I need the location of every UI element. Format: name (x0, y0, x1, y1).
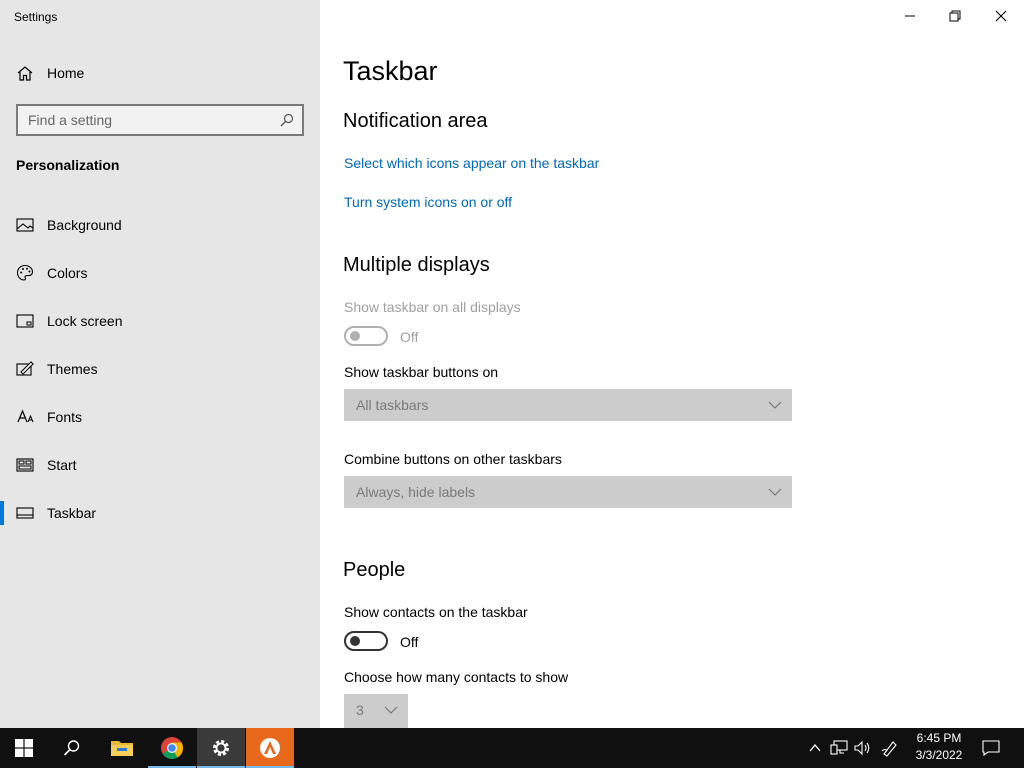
toggle-knob (350, 331, 360, 341)
toggle-state-label: Off (400, 634, 419, 650)
contacts-count-dropdown[interactable]: 3 (344, 694, 408, 728)
settings-button[interactable] (197, 728, 245, 768)
dropdown-value: All taskbars (356, 397, 429, 413)
minimize-icon (905, 15, 915, 17)
chevron-up-icon (809, 743, 821, 752)
avast-icon (260, 738, 280, 758)
home-icon (16, 65, 34, 83)
chevron-down-icon (384, 706, 398, 714)
windows-logo-icon (15, 739, 33, 757)
close-button[interactable] (978, 0, 1024, 32)
taskbar-buttons-on-label: Show taskbar buttons on (344, 364, 499, 380)
clock[interactable]: 6:45 PM 3/3/2022 (904, 730, 974, 766)
sidebar-item-background[interactable]: Background (0, 205, 320, 245)
contacts-count-label: Choose how many contacts to show (344, 669, 569, 685)
sidebar-item-label: Background (47, 217, 122, 233)
chrome-button[interactable] (148, 728, 196, 768)
volume-tray-button[interactable] (853, 738, 873, 758)
minimize-button[interactable] (887, 0, 933, 32)
show-taskbar-all-displays-toggle[interactable] (344, 326, 388, 346)
app-title: Settings (14, 10, 58, 24)
file-explorer-button[interactable] (98, 728, 146, 768)
clock-date: 3/3/2022 (915, 748, 963, 762)
volume-icon (854, 740, 870, 756)
restore-button[interactable] (932, 0, 978, 32)
page-title: Taskbar (343, 56, 438, 86)
close-icon (995, 10, 1007, 22)
sidebar-item-label: Start (47, 457, 77, 473)
show-taskbar-all-displays-label: Show taskbar on all displays (344, 299, 521, 315)
pen-icon (881, 741, 897, 757)
start-button[interactable] (0, 728, 48, 768)
sidebar-item-colors[interactable]: Colors (0, 253, 320, 293)
combine-buttons-dropdown[interactable]: Always, hide labels (344, 476, 792, 508)
search-icon (63, 740, 80, 756)
sidebar-item-lock-screen[interactable]: Lock screen (0, 301, 320, 341)
people-heading: People (343, 559, 406, 581)
sidebar-item-themes[interactable]: Themes (0, 349, 320, 389)
notification-area-heading: Notification area (343, 110, 488, 132)
multiple-displays-heading: Multiple displays (343, 254, 490, 276)
file-explorer-icon (111, 741, 133, 756)
sidebar-item-start[interactable]: Start (0, 445, 320, 485)
sidebar-item-label: Themes (47, 361, 98, 377)
avast-button[interactable] (246, 728, 294, 768)
taskbar-buttons-on-dropdown[interactable]: All taskbars (344, 389, 792, 421)
show-hidden-icons-button[interactable] (805, 738, 825, 758)
system-icons-link[interactable]: Turn system icons on or off (344, 194, 512, 210)
toggle-state-label: Off (400, 329, 419, 345)
network-tray-button[interactable] (829, 738, 849, 758)
toggle-knob (350, 636, 360, 646)
windows-taskbar: 6:45 PM 3/3/2022 (0, 728, 1024, 768)
pen-tray-button[interactable] (880, 738, 900, 758)
show-contacts-label: Show contacts on the taskbar (344, 604, 528, 620)
restore-icon (949, 10, 961, 22)
sidebar-item-taskbar[interactable]: Taskbar (0, 493, 320, 533)
chevron-down-icon (768, 401, 782, 409)
clock-time: 6:45 PM (916, 731, 962, 745)
sidebar-item-fonts[interactable]: Fonts (0, 397, 320, 437)
notification-icon (982, 740, 1000, 756)
settings-icon (213, 740, 229, 756)
sidebar-item-label: Lock screen (47, 313, 123, 329)
sidebar: Settings Home Personalization Background… (0, 0, 320, 728)
taskbar-search-button[interactable] (48, 728, 96, 768)
search-icon[interactable] (280, 113, 294, 127)
network-icon (830, 740, 848, 755)
dropdown-value: 3 (356, 702, 364, 718)
start-icon (16, 456, 34, 474)
lock-screen-icon (16, 312, 34, 330)
picture-icon (16, 216, 34, 234)
sidebar-item-label: Fonts (47, 409, 83, 425)
search-input[interactable] (18, 106, 302, 134)
section-title: Personalization (16, 157, 120, 173)
taskbar-icon (16, 504, 34, 522)
action-center-button[interactable] (981, 738, 1001, 758)
chevron-down-icon (768, 488, 782, 496)
fonts-icon (16, 408, 34, 426)
select-icons-link[interactable]: Select which icons appear on the taskbar (344, 155, 599, 171)
search-box[interactable] (16, 104, 304, 136)
sidebar-item-home[interactable]: Home (0, 56, 320, 90)
themes-icon (16, 360, 34, 378)
palette-icon (16, 264, 34, 282)
sidebar-item-label: Colors (47, 265, 88, 281)
sidebar-item-label: Taskbar (47, 505, 97, 521)
sidebar-item-label: Home (47, 65, 85, 81)
show-contacts-toggle[interactable] (344, 631, 388, 651)
combine-buttons-label: Combine buttons on other taskbars (344, 451, 562, 467)
chrome-icon (161, 737, 183, 759)
dropdown-value: Always, hide labels (356, 484, 476, 500)
